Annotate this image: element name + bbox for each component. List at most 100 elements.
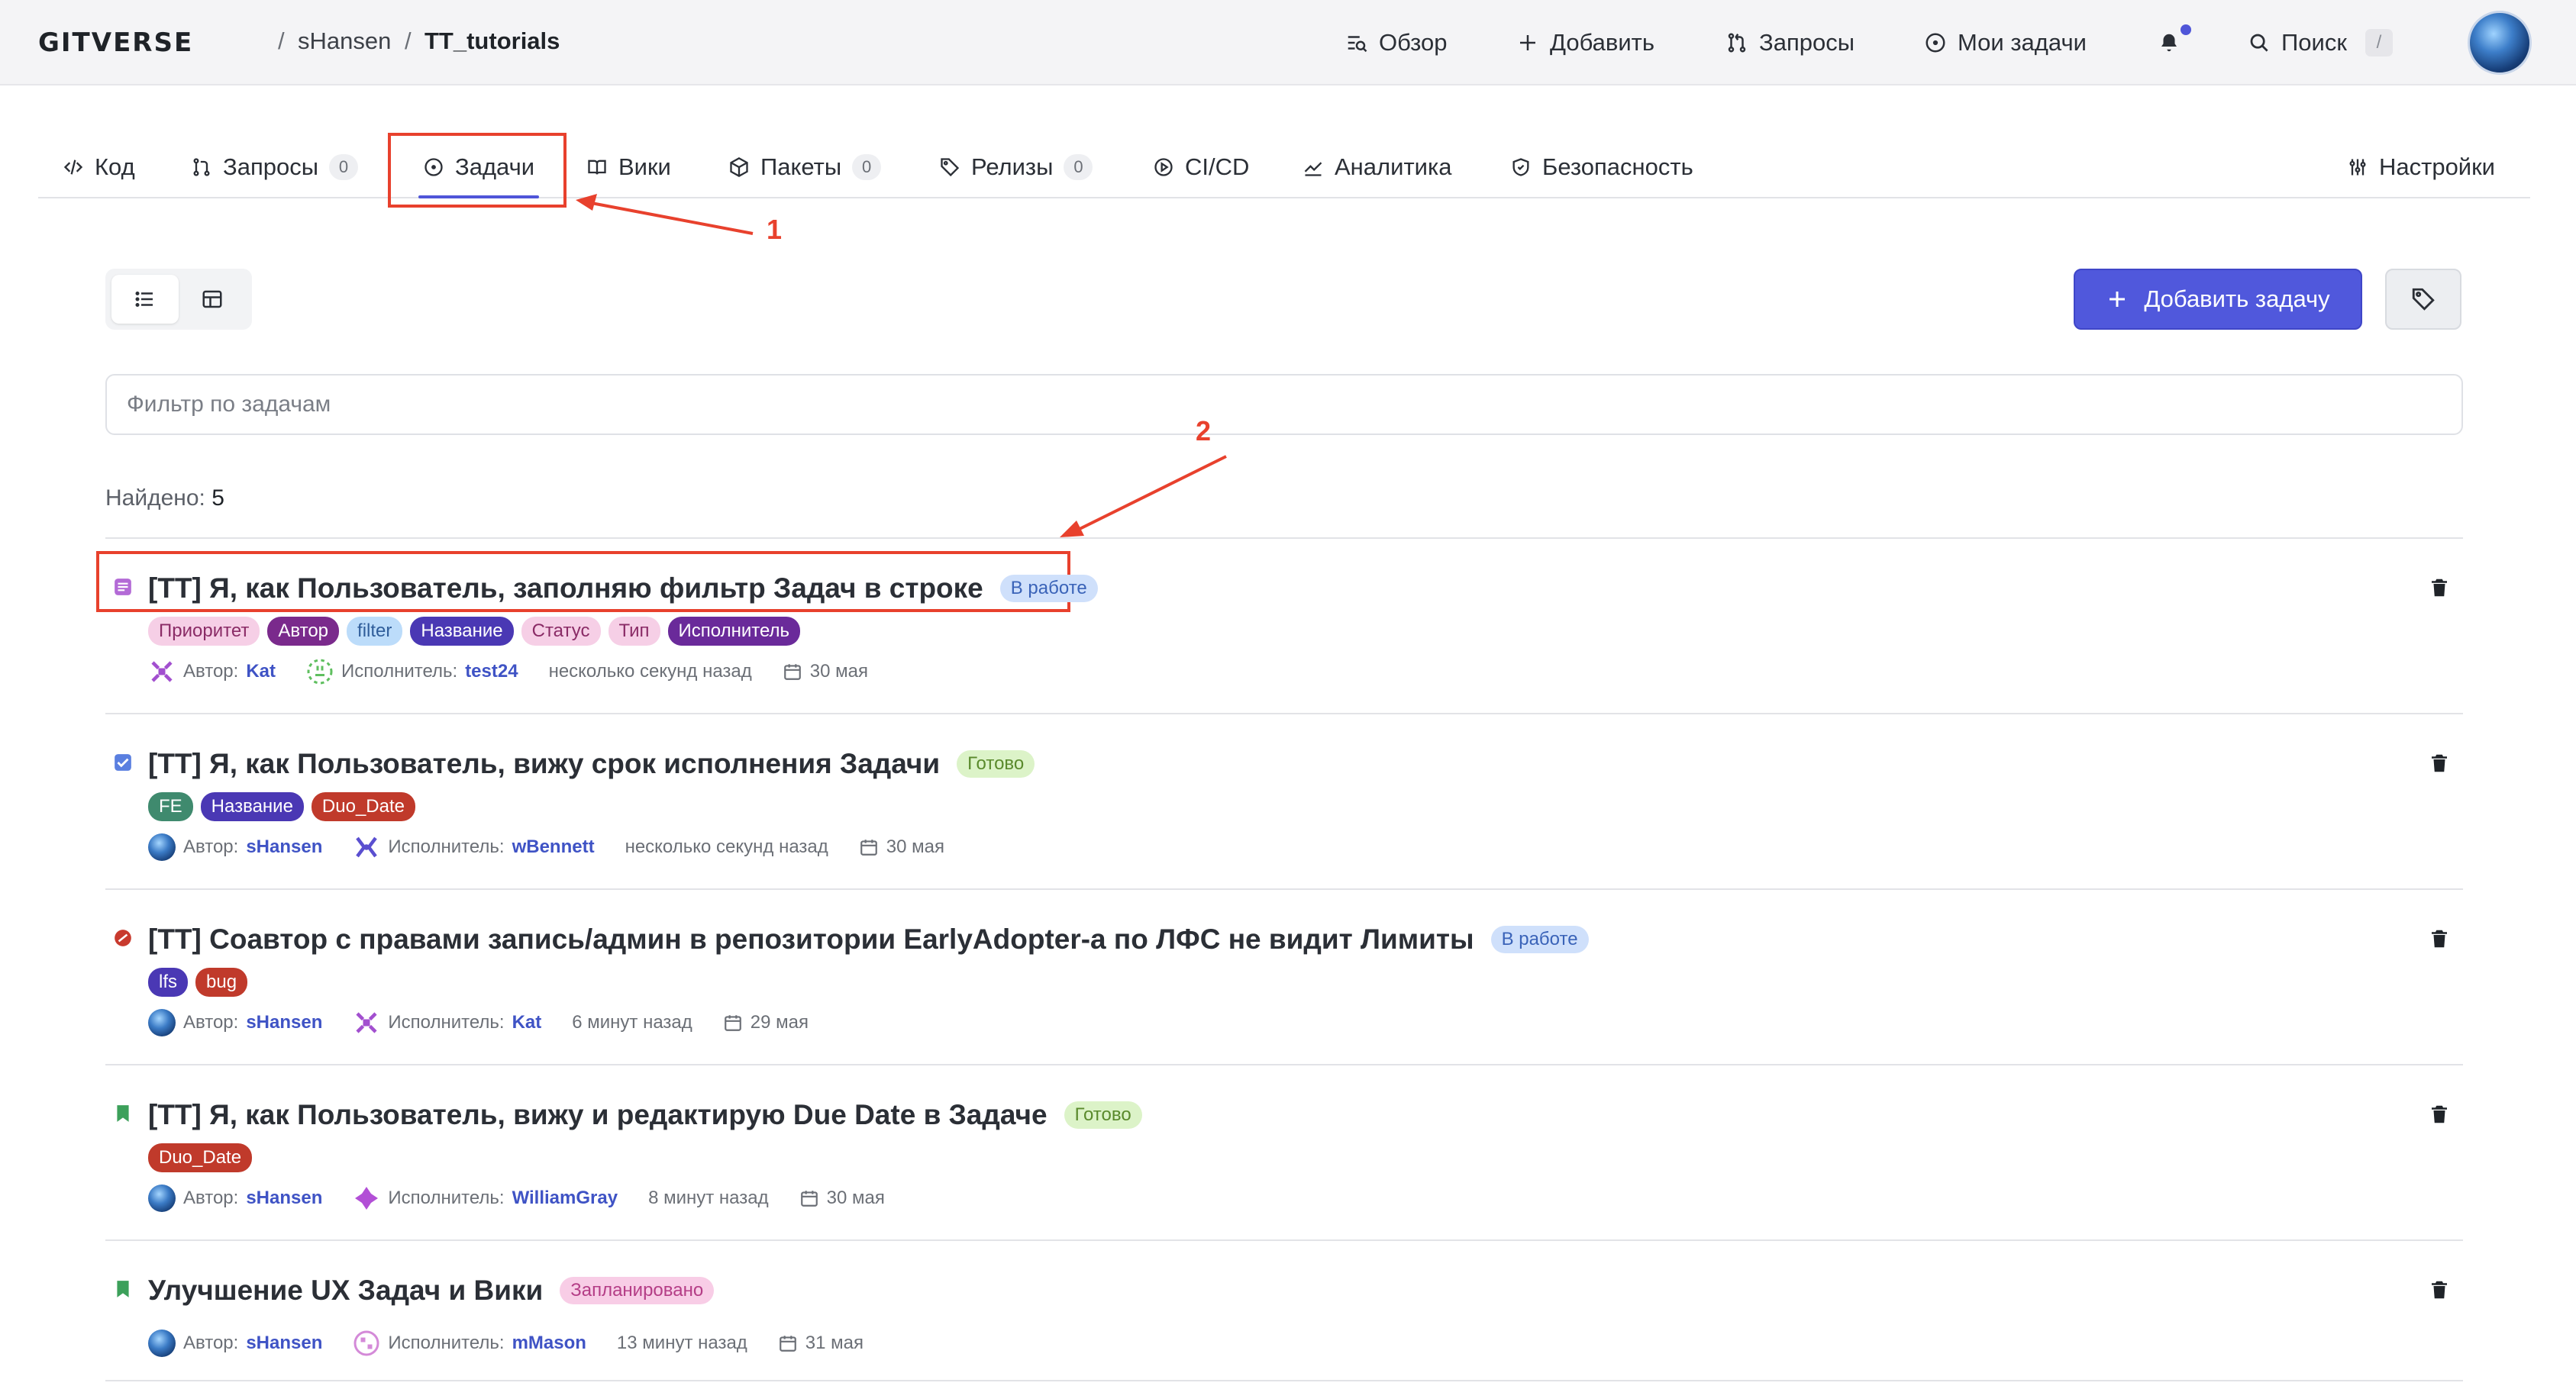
breadcrumb-separator: / <box>405 27 412 54</box>
issue-title[interactable]: [TT] Соавтор с правами запись/админ в ре… <box>148 923 1474 956</box>
assignee-link[interactable]: test24 <box>465 661 518 682</box>
issue-row[interactable]: Улучшение UX Задач и Вики Запланировано … <box>105 1239 2463 1380</box>
status-badge: В работе <box>1490 926 1589 953</box>
tab-security[interactable]: Безопасность <box>1510 137 1693 197</box>
issue-row[interactable]: [TT] Соавтор с правами запись/админ в ре… <box>105 888 2463 1064</box>
label[interactable]: Duo_Date <box>148 1143 253 1172</box>
pull-request-icon <box>193 158 210 176</box>
label[interactable]: bug <box>195 968 248 997</box>
issue-meta: Автор: sHansen Исполнитель: WilliamGray … <box>148 1185 885 1212</box>
list-icon <box>135 292 153 307</box>
issue-icon <box>1926 33 1945 53</box>
trash-icon[interactable] <box>2428 927 2451 951</box>
code-icon <box>63 160 83 175</box>
updated-time: 13 минут назад <box>616 1333 747 1353</box>
breadcrumb-separator: / <box>278 27 285 54</box>
issue-row[interactable]: [TT] Я, как Пользователь, вижу срок испо… <box>105 713 2463 888</box>
label[interactable]: Статус <box>521 617 601 646</box>
label-list: Приоритет Автор filter Название Статус Т… <box>148 617 801 646</box>
status-badge: В работе <box>999 575 1098 602</box>
author-link[interactable]: sHansen <box>246 836 322 858</box>
trash-icon[interactable] <box>2428 751 2451 775</box>
assignee-link[interactable]: WilliamGray <box>512 1188 618 1209</box>
tab-code[interactable]: Код <box>63 137 135 197</box>
bug-icon <box>115 930 131 946</box>
search-shortcut: / <box>2365 29 2393 56</box>
status-badge: Запланировано <box>560 1277 715 1304</box>
identicon-avatar <box>355 1187 379 1210</box>
avatar <box>148 833 176 861</box>
label[interactable]: Тип <box>608 617 660 646</box>
breadcrumb-repo[interactable]: TT_tutorials <box>424 27 560 55</box>
trash-icon[interactable] <box>2428 575 2451 600</box>
assignee-link[interactable]: Kat <box>512 1012 542 1033</box>
board-view-button[interactable] <box>179 275 246 324</box>
updated-time: 6 минут назад <box>572 1012 692 1033</box>
notification-dot <box>2181 24 2191 35</box>
tab-releases[interactable]: Релизы 0 <box>939 137 1093 197</box>
bell-icon <box>2161 34 2177 52</box>
nav-overview[interactable]: Обзор <box>1345 0 1448 85</box>
annotation-arrow-2 <box>1060 455 1227 537</box>
view-toggle <box>105 269 252 330</box>
issue-title[interactable]: [TT] Я, как Пользователь, вижу и редакти… <box>148 1099 1048 1131</box>
nav-my-tasks[interactable]: Мои задачи <box>1924 0 2087 85</box>
label[interactable]: Название <box>200 792 304 821</box>
issue-row[interactable]: [TT] Я, как Пользователь, вижу и редакти… <box>105 1064 2463 1239</box>
bookmark-icon <box>117 1105 129 1122</box>
tab-requests[interactable]: Запросы 0 <box>191 137 359 197</box>
author-link[interactable]: sHansen <box>246 1333 322 1354</box>
issue-title[interactable]: Улучшение UX Задач и Вики <box>148 1275 543 1307</box>
book-icon <box>588 160 606 175</box>
add-task-button[interactable]: Добавить задачу <box>2074 269 2362 330</box>
found-count: Найдено: 5 <box>105 485 224 511</box>
plus-icon <box>2110 292 2126 307</box>
author-link[interactable]: Kat <box>246 661 276 682</box>
gitverse-logo[interactable]: GITVERSE <box>38 27 193 58</box>
package-icon <box>730 156 748 178</box>
tab-analytics[interactable]: Аналитика <box>1303 137 1451 197</box>
identicon-avatar <box>356 836 378 858</box>
avatar <box>148 1330 176 1357</box>
label[interactable]: Приоритет <box>148 617 260 646</box>
bookmark-icon <box>117 1281 129 1297</box>
issue-title[interactable]: [TT] Я, как Пользователь, вижу срок испо… <box>148 748 940 780</box>
top-bar: GITVERSE / sHansen / TT_tutorials Обзор … <box>0 0 2576 85</box>
label[interactable]: Исполнитель <box>667 617 801 646</box>
notifications-button[interactable] <box>2158 0 2181 85</box>
calendar-icon <box>724 1015 741 1031</box>
task-filter-input[interactable] <box>105 374 2463 435</box>
author-link[interactable]: sHansen <box>246 1188 322 1209</box>
issue-row[interactable]: [TT] Я, как Пользователь, заполняю фильт… <box>105 537 2463 713</box>
labels-button[interactable] <box>2385 269 2461 330</box>
label[interactable]: filter <box>347 617 403 646</box>
author-link[interactable]: sHansen <box>246 1012 322 1033</box>
label[interactable]: Автор <box>267 617 340 646</box>
label[interactable]: lfs <box>148 968 188 997</box>
overview-icon <box>1348 36 1367 53</box>
due-date: 30 мая <box>886 836 944 857</box>
plus-icon <box>1520 35 1535 50</box>
tab-settings[interactable]: Настройки <box>2347 137 2495 197</box>
assignee-link[interactable]: wBennett <box>512 836 595 858</box>
trash-icon[interactable] <box>2428 1102 2451 1127</box>
requests-count: 0 <box>329 154 359 180</box>
annotation-box-1 <box>388 133 567 208</box>
nav-add[interactable]: Добавить <box>1516 0 1654 85</box>
label[interactable]: FE <box>148 792 193 821</box>
identicon-avatar <box>307 659 333 685</box>
tag-icon <box>941 158 960 177</box>
assignee-link[interactable]: mMason <box>512 1333 586 1354</box>
calendar-icon <box>783 664 801 680</box>
issue-title[interactable]: [TT] Я, как Пользователь, заполняю фильт… <box>148 572 983 604</box>
list-view-button[interactable] <box>111 275 179 324</box>
label[interactable]: Название <box>410 617 514 646</box>
search-button[interactable]: Поиск / <box>2248 0 2393 85</box>
breadcrumb-owner[interactable]: sHansen <box>298 27 391 55</box>
trash-icon[interactable] <box>2428 1278 2451 1302</box>
label[interactable]: Duo_Date <box>311 792 415 821</box>
issue-meta: Автор: sHansen Исполнитель: Kat 6 минут … <box>148 1009 809 1036</box>
nav-requests[interactable]: Запросы <box>1725 0 1855 85</box>
tab-cicd[interactable]: CI/CD <box>1153 137 1249 197</box>
user-avatar[interactable] <box>2468 11 2532 75</box>
